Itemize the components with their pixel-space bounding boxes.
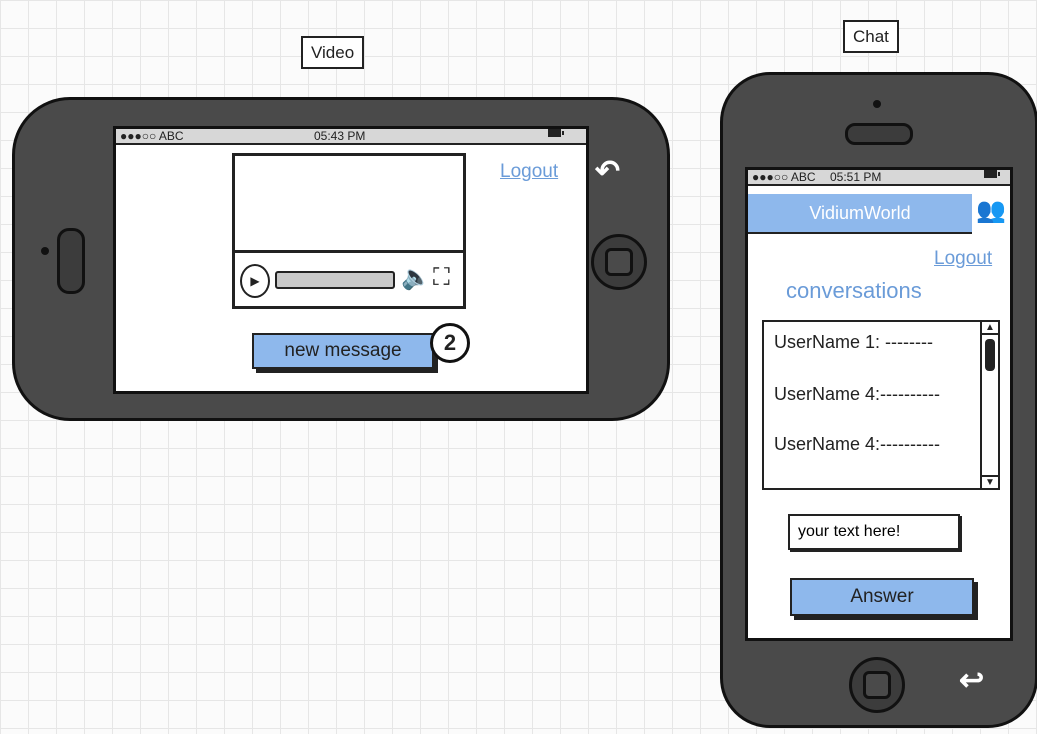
- scrollbar[interactable]: ▲ ▼: [980, 322, 998, 488]
- landscape-phone: ●●●○○ ABC 05:43 PM ▶ 🔈 ⛶ Logout new mess…: [12, 97, 670, 421]
- message-input[interactable]: [788, 514, 960, 550]
- battery-icon: [984, 170, 1000, 178]
- camera-dot: [873, 100, 881, 108]
- video-screen: ●●●○○ ABC 05:43 PM ▶ 🔈 ⛶ Logout new mess…: [113, 126, 589, 394]
- battery-icon: [548, 129, 564, 137]
- player-controls: ▶ 🔈 ⛶: [235, 250, 463, 303]
- speaker-slot: [845, 123, 913, 145]
- logout-link[interactable]: Logout: [934, 248, 992, 270]
- seek-bar[interactable]: [275, 271, 395, 289]
- video-player[interactable]: ▶ 🔈 ⛶: [232, 153, 466, 309]
- speaker-slot: [57, 228, 85, 294]
- video-area[interactable]: [235, 156, 463, 250]
- notification-badge: 2: [430, 323, 470, 363]
- status-carrier: ●●●○○ ABC: [120, 129, 184, 143]
- status-time: 05:43 PM: [314, 129, 366, 143]
- status-bar: ●●●○○ ABC 05:43 PM: [116, 129, 586, 145]
- chat-label: Chat: [843, 20, 899, 53]
- list-item[interactable]: UserName 1: --------: [774, 332, 933, 353]
- home-button[interactable]: [849, 657, 905, 713]
- status-bar: ●●●○○ ABC 05:51 PM: [748, 170, 1010, 186]
- logout-link[interactable]: Logout: [500, 161, 558, 183]
- scroll-down-icon[interactable]: ▼: [982, 475, 998, 488]
- fullscreen-icon[interactable]: ⛶: [433, 263, 450, 293]
- app-title: VidiumWorld: [809, 203, 911, 223]
- chat-screen: ●●●○○ ABC 05:51 PM VidiumWorld 👥 Logout …: [745, 167, 1013, 641]
- list-item[interactable]: UserName 4:----------: [774, 384, 940, 405]
- status-carrier: ●●●○○ ABC: [752, 170, 816, 184]
- new-message-button[interactable]: new message: [252, 333, 434, 369]
- video-label: Video: [301, 36, 365, 69]
- scroll-thumb[interactable]: [985, 339, 995, 371]
- rotate-icon[interactable]: ↶: [595, 154, 620, 189]
- play-icon[interactable]: ▶: [240, 264, 270, 298]
- camera-dot: [41, 247, 49, 255]
- portrait-phone: ●●●○○ ABC 05:51 PM VidiumWorld 👥 Logout …: [720, 72, 1037, 728]
- status-time: 05:51 PM: [830, 170, 882, 184]
- back-arrow-icon[interactable]: ↩: [959, 663, 984, 698]
- list-item[interactable]: UserName 4:----------: [774, 434, 940, 455]
- home-button[interactable]: [591, 234, 647, 290]
- users-icon[interactable]: 👥: [976, 196, 1006, 225]
- scroll-up-icon[interactable]: ▲: [982, 322, 998, 335]
- volume-icon[interactable]: 🔈: [401, 263, 431, 293]
- conversation-list[interactable]: UserName 1: -------- UserName 4:--------…: [762, 320, 1000, 490]
- answer-button[interactable]: Answer: [790, 578, 974, 616]
- app-header: VidiumWorld: [748, 194, 972, 234]
- conversations-title: conversations: [786, 278, 922, 303]
